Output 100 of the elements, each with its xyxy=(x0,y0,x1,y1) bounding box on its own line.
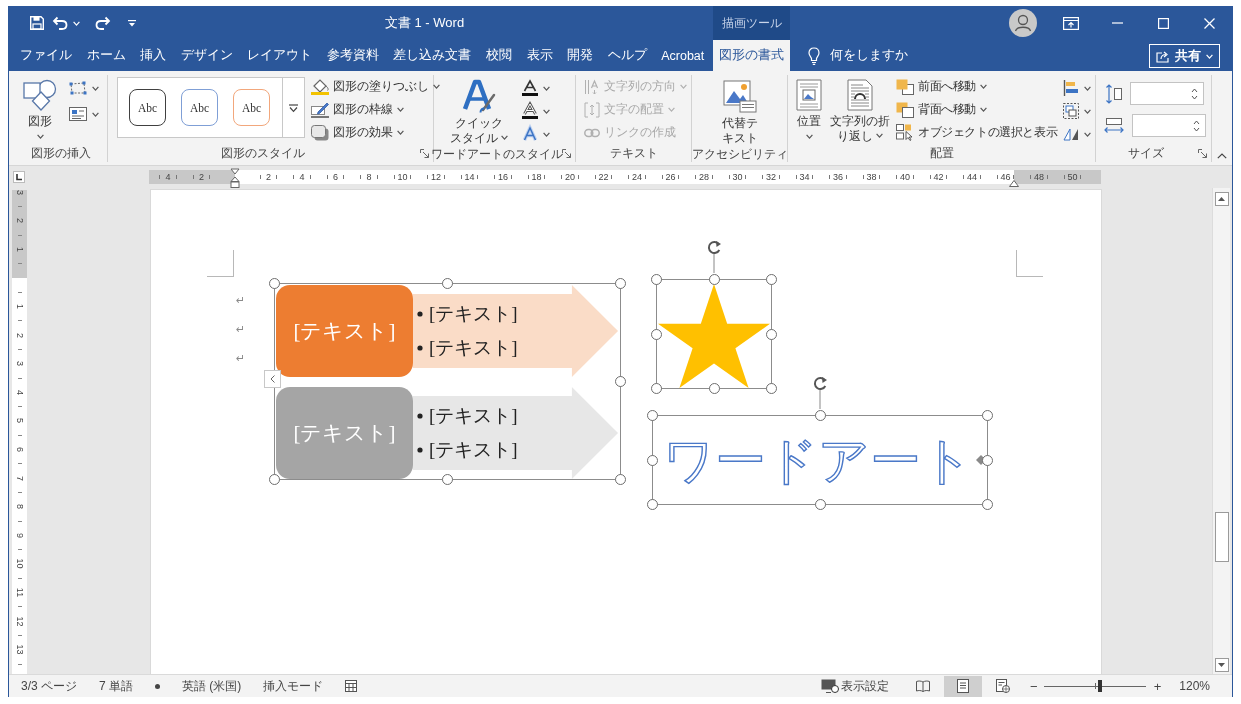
height-field[interactable] xyxy=(1130,82,1204,105)
resize-handle[interactable] xyxy=(269,278,280,289)
zoom-out-button[interactable]: − xyxy=(1030,678,1038,694)
ribbon-tab[interactable]: 差し込み文書 xyxy=(387,40,478,71)
collapse-ribbon-icon[interactable] xyxy=(1217,153,1227,159)
ribbon-tab[interactable]: 開発 xyxy=(561,40,600,71)
ribbon-button[interactable]: 図形 xyxy=(19,75,61,142)
scroll-down-button[interactable] xyxy=(1214,658,1229,672)
ruler-number: 14 xyxy=(464,172,475,182)
scrollbar-thumb[interactable] xyxy=(1214,512,1229,562)
resize-handle[interactable] xyxy=(615,474,626,485)
resize-handle[interactable] xyxy=(647,454,658,466)
ribbon-tab[interactable]: Acrobat xyxy=(655,40,711,71)
avatar-icon[interactable] xyxy=(1009,9,1037,37)
resize-handle[interactable] xyxy=(766,274,777,285)
resize-handle[interactable] xyxy=(615,376,626,387)
ribbon-tab[interactable]: 表示 xyxy=(520,40,559,71)
tab-stop-icon[interactable] xyxy=(13,171,25,183)
resize-handle[interactable] xyxy=(708,383,720,394)
ribbon-command[interactable]: 図形の枠線 xyxy=(311,98,440,121)
redo-icon[interactable] xyxy=(95,16,111,30)
zoom-in-button[interactable]: + xyxy=(1153,678,1162,694)
text-outline-button[interactable] xyxy=(522,101,550,121)
dialog-launcher-icon[interactable] xyxy=(420,149,429,158)
ribbon-tab[interactable]: ファイル xyxy=(14,40,78,71)
word-count[interactable]: 7 単語 xyxy=(99,677,134,695)
group-button[interactable] xyxy=(1063,101,1092,121)
resize-handle[interactable] xyxy=(982,499,993,510)
tell-me-search[interactable]: 何をしますか xyxy=(808,40,908,71)
save-icon[interactable] xyxy=(30,16,44,30)
ribbon-command[interactable]: 図形の塗りつぶし xyxy=(311,75,440,98)
spin-arrows-icon[interactable] xyxy=(1191,86,1198,101)
resize-handle[interactable] xyxy=(442,278,453,289)
page-count[interactable]: 3/3 ページ xyxy=(21,677,77,695)
ribbon-command[interactable]: 前面へ移動 xyxy=(896,75,1058,98)
resize-handle[interactable] xyxy=(766,328,777,340)
caret-icon[interactable] xyxy=(73,20,80,26)
customize-icon[interactable] xyxy=(128,19,136,27)
language-status[interactable]: 英語 (米国) xyxy=(182,677,242,695)
spin-arrows-icon[interactable] xyxy=(1193,118,1200,133)
ribbon-button[interactable]: 文字列の折 り返し xyxy=(826,75,894,144)
resize-handle[interactable] xyxy=(814,410,826,421)
ruler-number: 18 xyxy=(531,172,542,182)
share-button[interactable]: 共有 xyxy=(1149,44,1220,68)
resize-handle[interactable] xyxy=(651,328,662,340)
zoom-thumb[interactable] xyxy=(1097,680,1102,692)
display-settings-button[interactable]: 表示設定 xyxy=(821,677,890,695)
ribbon-command[interactable]: オブジェクトの選択と表示 xyxy=(896,121,1058,144)
close-icon[interactable] xyxy=(1203,17,1215,29)
ribbon-display-icon[interactable] xyxy=(1063,16,1079,30)
maximize-icon[interactable] xyxy=(1157,17,1169,29)
ribbon-tab[interactable]: 参考資料 xyxy=(320,40,385,71)
ribbon-tab[interactable]: ヘルプ xyxy=(601,40,653,71)
width-field[interactable] xyxy=(1132,114,1206,137)
dialog-launcher-icon[interactable] xyxy=(1198,149,1207,158)
macro-icon[interactable] xyxy=(345,680,358,692)
ribbon-tab[interactable]: 校閲 xyxy=(479,40,518,71)
view-button[interactable] xyxy=(944,675,983,697)
resize-handle[interactable] xyxy=(269,474,280,485)
ribbon-command[interactable]: 図形の効果 xyxy=(311,121,440,144)
ribbon-command[interactable]: 背面へ移動 xyxy=(896,98,1058,121)
resize-handle[interactable] xyxy=(615,278,626,289)
resize-handle[interactable] xyxy=(651,383,662,394)
style-gallery-item[interactable]: Abc xyxy=(129,89,166,126)
scroll-up-button[interactable] xyxy=(1214,192,1229,206)
bullet-text: [テキスト] xyxy=(429,302,518,326)
ribbon-tab[interactable]: 挿入 xyxy=(134,40,173,71)
bring-forward-icon xyxy=(896,78,914,95)
ribbon-tab[interactable]: デザイン xyxy=(174,40,239,71)
text-fill-button[interactable] xyxy=(522,78,550,98)
ruler-number: 4 xyxy=(299,172,305,182)
resize-handle[interactable] xyxy=(651,274,662,285)
text-box-button[interactable] xyxy=(69,104,99,124)
minimize-icon[interactable] xyxy=(1111,22,1123,24)
resize-handle[interactable] xyxy=(442,474,453,485)
resize-handle[interactable] xyxy=(647,499,658,510)
indent-marker-icon[interactable] xyxy=(230,168,240,188)
adjustment-handle-icon[interactable] xyxy=(976,455,986,465)
resize-handle[interactable] xyxy=(982,410,993,421)
resize-handle[interactable] xyxy=(766,383,777,394)
align-button[interactable] xyxy=(1063,78,1092,98)
ribbon-tab[interactable]: ホーム xyxy=(80,40,132,71)
ribbon-tab[interactable]: 図形の書式 xyxy=(712,40,790,71)
resize-handle[interactable] xyxy=(647,410,658,421)
ribbon-tab[interactable]: レイアウト xyxy=(241,40,319,71)
undo-icon[interactable] xyxy=(52,16,68,30)
ribbon-button[interactable]: 代替テ キスト xyxy=(717,75,762,146)
ruler-number: 12 xyxy=(431,172,441,182)
zoom-level[interactable]: 120% xyxy=(1179,679,1210,693)
resize-handle[interactable] xyxy=(708,274,720,285)
ribbon-button[interactable]: クイック スタイル xyxy=(446,75,512,146)
resize-handle[interactable] xyxy=(814,499,826,510)
dot-icon[interactable] xyxy=(155,683,161,689)
ruler-number: 16 xyxy=(498,172,508,182)
input-mode[interactable]: 挿入モード xyxy=(263,677,324,695)
ribbon-button[interactable]: 位置 xyxy=(792,75,826,142)
style-gallery-item[interactable]: Abc xyxy=(233,89,270,126)
dialog-launcher-icon[interactable] xyxy=(562,149,571,158)
lightbulb-icon xyxy=(808,46,820,65)
style-gallery-item[interactable]: Abc xyxy=(181,89,218,126)
